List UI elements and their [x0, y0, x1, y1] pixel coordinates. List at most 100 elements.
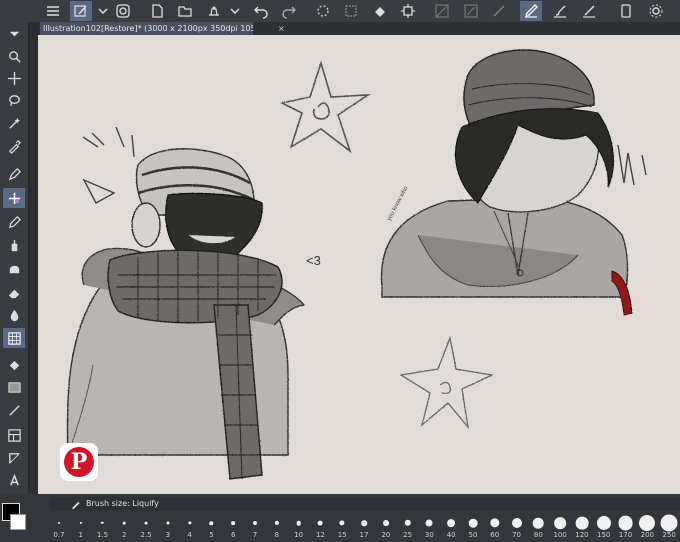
figure-scarf	[66, 148, 306, 480]
chevron-down-icon[interactable]	[224, 1, 246, 21]
pen-tablet-icon[interactable]	[70, 1, 92, 21]
brush-size-preset[interactable]: 70	[506, 512, 528, 542]
brush-size-preset[interactable]: 170	[615, 512, 637, 542]
brush-size-label: 8	[274, 531, 280, 539]
ruler-pen-icon[interactable]	[578, 1, 600, 21]
brush-size-preset[interactable]: 5	[201, 512, 223, 542]
gradient-icon[interactable]	[3, 377, 25, 397]
brush-size-preset[interactable]: 0.7	[48, 512, 70, 542]
no-brush-icon[interactable]	[431, 1, 453, 21]
brush-size-preset[interactable]: 50	[462, 512, 484, 542]
brush-size-preset[interactable]: 25	[397, 512, 419, 542]
save-icon[interactable]	[203, 1, 225, 21]
water-drop-icon[interactable]	[3, 305, 25, 325]
brush-size-dot	[296, 520, 301, 526]
fill-icon[interactable]	[3, 355, 25, 375]
brush-size-preset[interactable]: 20	[375, 512, 397, 542]
brush-size-dot	[596, 515, 611, 531]
brush-size-preset[interactable]: 1	[70, 512, 92, 542]
brush-size-dot	[166, 521, 170, 525]
brush-size-label: 250	[662, 531, 676, 539]
open-folder-icon[interactable]	[174, 1, 196, 21]
brush-size-preset[interactable]: 150	[593, 512, 615, 542]
move-icon[interactable]	[3, 68, 25, 88]
brush-size-preset[interactable]: 200	[636, 512, 658, 542]
brush-size-preset[interactable]: 8	[266, 512, 288, 542]
redo-icon[interactable]	[278, 1, 300, 21]
brush-size-preset[interactable]: 15	[331, 512, 353, 542]
transform-icon[interactable]	[397, 1, 419, 21]
brush-size-dot	[339, 520, 345, 526]
eraser-icon[interactable]	[3, 282, 25, 302]
brush-size-label: 5	[209, 531, 214, 539]
brush-size-label: 170	[618, 531, 633, 539]
undo-icon[interactable]	[250, 1, 272, 21]
blend-icon[interactable]	[3, 188, 25, 208]
heart-note: <3	[306, 253, 321, 268]
brush-icon[interactable]	[549, 1, 571, 21]
stroke-icon[interactable]	[488, 1, 510, 21]
brush-size-dot	[274, 520, 279, 526]
brush-size-preset[interactable]: 4	[179, 512, 201, 542]
brush-size-preset[interactable]: 80	[527, 512, 549, 542]
handwritten-note: you know who	[386, 185, 409, 222]
deselect-icon[interactable]	[340, 1, 362, 21]
loading-icon[interactable]	[312, 1, 334, 21]
brush-size-label: 17	[359, 531, 369, 539]
brush-size-label: 150	[597, 531, 611, 539]
brush-size-preset[interactable]: 1.5	[92, 512, 114, 542]
drawing-canvas[interactable]: <3 you know who	[38, 35, 680, 494]
background-color-swatch[interactable]	[10, 514, 26, 530]
brush-size-preset[interactable]: 60	[484, 512, 506, 542]
brush-size-preset[interactable]: 2	[113, 512, 135, 542]
brush-size-preset[interactable]: 30	[418, 512, 440, 542]
airbrush-icon[interactable]	[3, 235, 25, 255]
document-tab-bar: Illustration102[Restore]* (3000 x 2100px…	[38, 22, 680, 35]
brush-size-label: 1	[78, 531, 83, 539]
brush-size-label: 10	[294, 531, 304, 539]
brush-size-preset[interactable]: 2.5	[135, 512, 157, 542]
brush-size-dot	[660, 514, 678, 532]
profile-icon[interactable]	[112, 1, 134, 21]
ruler-icon[interactable]	[3, 448, 25, 468]
brush-size-preset[interactable]: 100	[549, 512, 571, 542]
brush-size-preset[interactable]: 6	[222, 512, 244, 542]
fill-bucket-icon[interactable]	[369, 1, 391, 21]
brush-size-dot	[511, 518, 522, 528]
zoom-icon[interactable]	[3, 46, 25, 66]
text-icon[interactable]	[3, 470, 25, 490]
brush-size-icon[interactable]	[3, 24, 25, 44]
eyedropper-icon[interactable]	[3, 136, 25, 156]
pen-settings-icon[interactable]	[520, 1, 542, 21]
blur-icon[interactable]	[3, 258, 25, 278]
liquify-icon[interactable]	[3, 328, 25, 348]
document-tab[interactable]: Illustration102[Restore]* (3000 x 2100px…	[40, 22, 253, 35]
chevron-down-icon[interactable]	[92, 1, 114, 21]
lasso-icon[interactable]	[3, 90, 25, 110]
brush-size-preset[interactable]: 40	[440, 512, 462, 542]
brush-size-preset[interactable]: 12	[310, 512, 332, 542]
brush-size-label: 120	[575, 531, 589, 539]
brush-size-label: 50	[468, 531, 478, 539]
smoothing-icon[interactable]	[460, 1, 482, 21]
close-tab-icon[interactable]: ×	[278, 22, 285, 35]
brush-size-label: 4	[187, 531, 192, 539]
brush-size-preset[interactable]: 10	[288, 512, 310, 542]
magic-wand-icon[interactable]	[3, 113, 25, 133]
settings-icon[interactable]	[645, 1, 667, 21]
brush-size-dot	[231, 521, 236, 525]
new-file-icon[interactable]	[146, 1, 168, 21]
line-icon[interactable]	[3, 400, 25, 420]
device-icon[interactable]	[615, 1, 637, 21]
brush-size-preset[interactable]: 3	[157, 512, 179, 542]
panel-gutter	[29, 22, 38, 494]
brush-size-preset[interactable]: 250	[658, 512, 680, 542]
brush-size-preset[interactable]: 17	[353, 512, 375, 542]
pen-icon[interactable]	[3, 164, 25, 184]
frame-icon[interactable]	[3, 425, 25, 445]
pencil-icon[interactable]	[3, 212, 25, 232]
brush-size-preset[interactable]: 7	[244, 512, 266, 542]
brush-size-label: 12	[315, 531, 325, 539]
menu-icon[interactable]	[42, 1, 64, 21]
brush-size-preset[interactable]: 120	[571, 512, 593, 542]
